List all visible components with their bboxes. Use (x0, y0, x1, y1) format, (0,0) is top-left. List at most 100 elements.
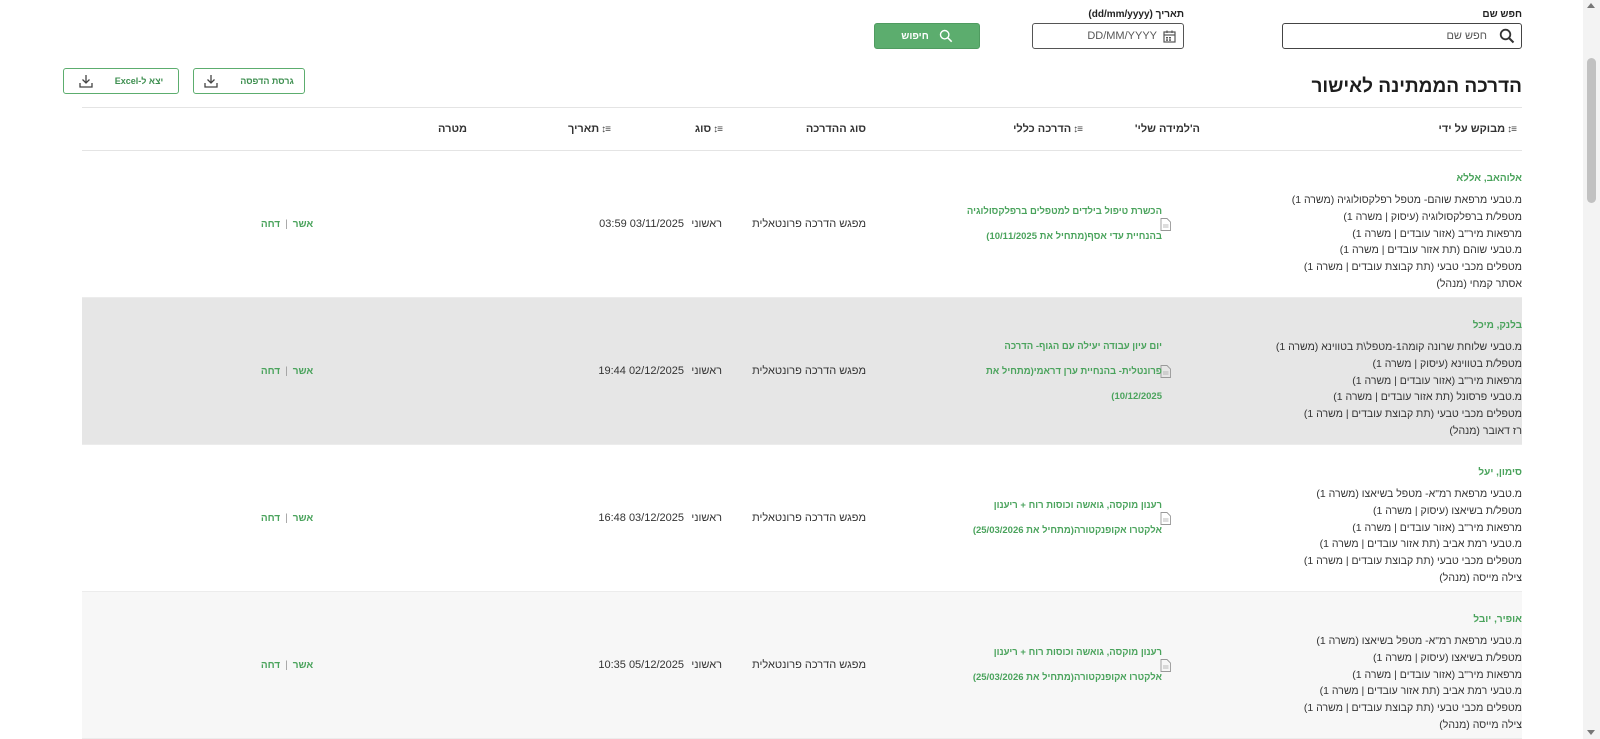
my-learning-cell (1160, 445, 1174, 591)
training-link[interactable]: רענון מוקסה, גואשה וכוסות רוח + ריענון א… (962, 640, 1162, 690)
general-training-cell: רענון מוקסה, גואשה וכוסות רוח + ריענון א… (862, 445, 1162, 591)
search-icon (1499, 28, 1515, 44)
general-training-cell: הכשרת טיפול בילדים למטפלים ברפלקסולוגיה … (862, 151, 1162, 297)
approve-link[interactable]: אשר (293, 219, 313, 230)
requester-cell: אופיר, יובל מ.טבעי מרפאת רמ"א- מטפל בשיא… (1232, 614, 1522, 734)
column-header-requested-by[interactable]: ≡↕ מבוקש על ידי (1439, 123, 1517, 135)
date-filter-label: תאריך (dd/mm/yyyy) (1088, 9, 1184, 20)
requester-unit: מרפאות מיר"ב (אזור עובדים | משרה 1) (1352, 227, 1522, 240)
search-button[interactable]: חיפוש (874, 23, 980, 49)
approve-link[interactable]: אשר (293, 513, 313, 524)
date-cell: 03/12/2025 16:48 (598, 512, 684, 524)
requester-cell: סימון, יעל מ.טבעי מרפאת רמ"א- מטפל בשיאצ… (1232, 467, 1522, 587)
column-header-my-learning: ה'למידה שלי' (1134, 123, 1200, 135)
column-header-training-type: סוג ההדרכה (805, 123, 866, 135)
date-filter-input[interactable] (1037, 26, 1157, 46)
search-button-label: חיפוש (901, 30, 929, 42)
sort-icon[interactable]: ≡↕ (713, 124, 723, 135)
my-learning-cell (1160, 151, 1174, 297)
requester-unit: מטפל/ת בשיאצו (עיסוק | משרה 1) (1372, 651, 1522, 664)
requester-manager: רז דאובר (מנהל) (1449, 424, 1522, 437)
export-excel-button[interactable]: יצא ל-Excel (63, 68, 179, 94)
table-row: סימון, יעל מ.טבעי מרפאת רמ"א- מטפל בשיאצ… (82, 445, 1522, 592)
date-filter-field[interactable] (1032, 23, 1184, 49)
sort-icon[interactable]: ≡↕ (1073, 124, 1083, 135)
general-training-cell: יום עיון עבודה יעילה עם הגוף- הדרכה פרונ… (862, 298, 1162, 444)
training-link[interactable]: יום עיון עבודה יעילה עם הגוף- הדרכה פרונ… (962, 334, 1162, 409)
name-search-input[interactable] (1287, 26, 1487, 46)
action-separator: | (285, 218, 288, 230)
print-version-button[interactable]: גרסת הדפסה (193, 68, 305, 94)
requester-name: אלוהאב, אללא (1456, 173, 1522, 184)
training-type-cell: מפגש הדרכה פרונטאלית (752, 512, 866, 524)
approve-link[interactable]: אשר (293, 366, 313, 377)
requester-unit: מ.טבעי מרפאת שוהם- מטפל רפלקסולוגיה (משר… (1291, 194, 1522, 206)
requester-name: אופיר, יובל (1473, 614, 1522, 625)
actions-cell: אשר | דחה (242, 298, 332, 444)
training-type-cell: מפגש הדרכה פרונטאלית (752, 365, 866, 377)
requester-unit: מרפאות מיר"ב (אזור עובדים | משרה 1) (1352, 374, 1522, 387)
reject-link[interactable]: דחה (261, 366, 280, 377)
requester-name: בלנק, מיכל (1472, 320, 1522, 331)
general-training-cell: רענון מוקסה, גואשה וכוסות רוח + ריענון א… (862, 592, 1162, 738)
requester-manager: אסתר קמחי (מנהל) (1436, 277, 1522, 290)
requester-unit: מ.טבעי פרסונל (תת אזור עובדים | משרה 1) (1333, 391, 1522, 404)
approve-link[interactable]: אשר (293, 660, 313, 671)
requester-unit: מטפלים מכבי טבעי (תת קבוצת עובדים | משרה… (1303, 702, 1522, 715)
training-link[interactable]: רענון מוקסה, גואשה וכוסות רוח + ריענון א… (962, 493, 1162, 543)
training-link[interactable]: הכשרת טיפול בילדים למטפלים ברפלקסולוגיה … (962, 199, 1162, 249)
page-title: הדרכה הממתינה לאישור (1311, 76, 1522, 97)
table-row: בלנק, מיכל מ.טבעי שלוחת שרונה קומה1-מטפל… (82, 298, 1522, 445)
requester-unit: מ.טבעי שלוחת שרונה קומה1-מטפל\ת בטווינא … (1275, 341, 1522, 353)
requester-cell: אלוהאב, אללא מ.טבעי מרפאת שוהם- מטפל רפל… (1232, 173, 1522, 293)
scroll-thumb[interactable] (1587, 58, 1596, 203)
requester-manager: צילה מייסה (מנהל) (1439, 571, 1522, 584)
reject-link[interactable]: דחה (261, 219, 280, 230)
sort-icon[interactable]: ≡↕ (601, 124, 611, 135)
requester-unit: מרפאות מיר"ב (אזור עובדים | משרה 1) (1352, 668, 1522, 681)
action-separator: | (285, 365, 288, 377)
requester-cell: בלנק, מיכל מ.טבעי שלוחת שרונה קומה1-מטפל… (1232, 320, 1522, 440)
requester-unit: מ.טבעי רמת אביב (תת אזור עובדים | משרה 1… (1319, 538, 1522, 551)
requester-unit: מ.טבעי שוהם (תת אזור עובדים | משרה 1) (1339, 244, 1522, 257)
requester-unit: מ.טבעי מרפאת רמ"א- מטפל בשיאצו (משרה 1) (1316, 488, 1522, 500)
table-row: אופיר, יובל מ.טבעי מרפאת רמ"א- מטפל בשיא… (82, 592, 1522, 739)
requester-unit: מ.טבעי רמת אביב (תת אזור עובדים | משרה 1… (1319, 685, 1522, 698)
requester-unit: מטפלים מכבי טבעי (תת קבוצת עובדים | משרה… (1303, 408, 1522, 421)
actions-cell: אשר | דחה (242, 151, 332, 297)
name-search-field[interactable] (1282, 23, 1522, 49)
vertical-scrollbar[interactable] (1583, 0, 1600, 739)
name-search-label: חפש שם (1482, 9, 1522, 20)
requester-unit: מטפלים מכבי טבעי (תת קבוצת עובדים | משרה… (1303, 261, 1522, 274)
my-learning-cell (1160, 592, 1174, 738)
column-header-kind[interactable]: ≡↕ סוג (695, 123, 723, 135)
action-separator: | (285, 512, 288, 524)
calendar-icon[interactable] (1163, 30, 1176, 43)
actions-cell: אשר | דחה (242, 592, 332, 738)
download-icon (204, 75, 218, 88)
training-type-cell: מפגש הדרכה פרונטאלית (752, 659, 866, 671)
table-header: ≡↕ מבוקש על ידי ה'למידה שלי' ≡↕ הדרכה כל… (82, 107, 1522, 151)
reject-link[interactable]: דחה (261, 660, 280, 671)
scroll-up-arrow-icon[interactable] (1587, 3, 1595, 8)
date-cell: 03/11/2025 03:59 (599, 218, 684, 230)
requester-name: סימון, יעל (1478, 467, 1522, 478)
column-header-general-training[interactable]: ≡↕ הדרכה כללי (1013, 123, 1083, 135)
download-icon (79, 75, 93, 88)
print-version-label: גרסת הדפסה (240, 76, 294, 86)
actions-cell: אשר | דחה (242, 445, 332, 591)
column-header-date[interactable]: ≡↕ תאריך (568, 123, 611, 135)
action-separator: | (285, 659, 288, 671)
requester-unit: מ.טבעי מרפאת רמ"א- מטפל בשיאצו (משרה 1) (1316, 635, 1522, 647)
scroll-down-arrow-icon[interactable] (1587, 730, 1595, 735)
requester-unit: מטפל/ת בשיאצו (עיסוק | משרה 1) (1372, 504, 1522, 517)
requester-unit: מטפלים מכבי טבעי (תת קבוצת עובדים | משרה… (1303, 555, 1522, 568)
date-cell: 02/12/2025 19:44 (598, 365, 684, 377)
reject-link[interactable]: דחה (261, 513, 280, 524)
requester-unit: מטפל/ת ברפלקסולוגיה (עיסוק | משרה 1) (1343, 210, 1522, 223)
requester-unit: מרפאות מיר"ב (אזור עובדים | משרה 1) (1352, 521, 1522, 534)
training-type-cell: מפגש הדרכה פרונטאלית (752, 218, 866, 230)
table-row: אלוהאב, אללא מ.טבעי מרפאת שוהם- מטפל רפל… (82, 151, 1522, 298)
export-excel-label: יצא ל-Excel (114, 76, 164, 86)
sort-icon[interactable]: ≡↕ (1507, 124, 1517, 135)
